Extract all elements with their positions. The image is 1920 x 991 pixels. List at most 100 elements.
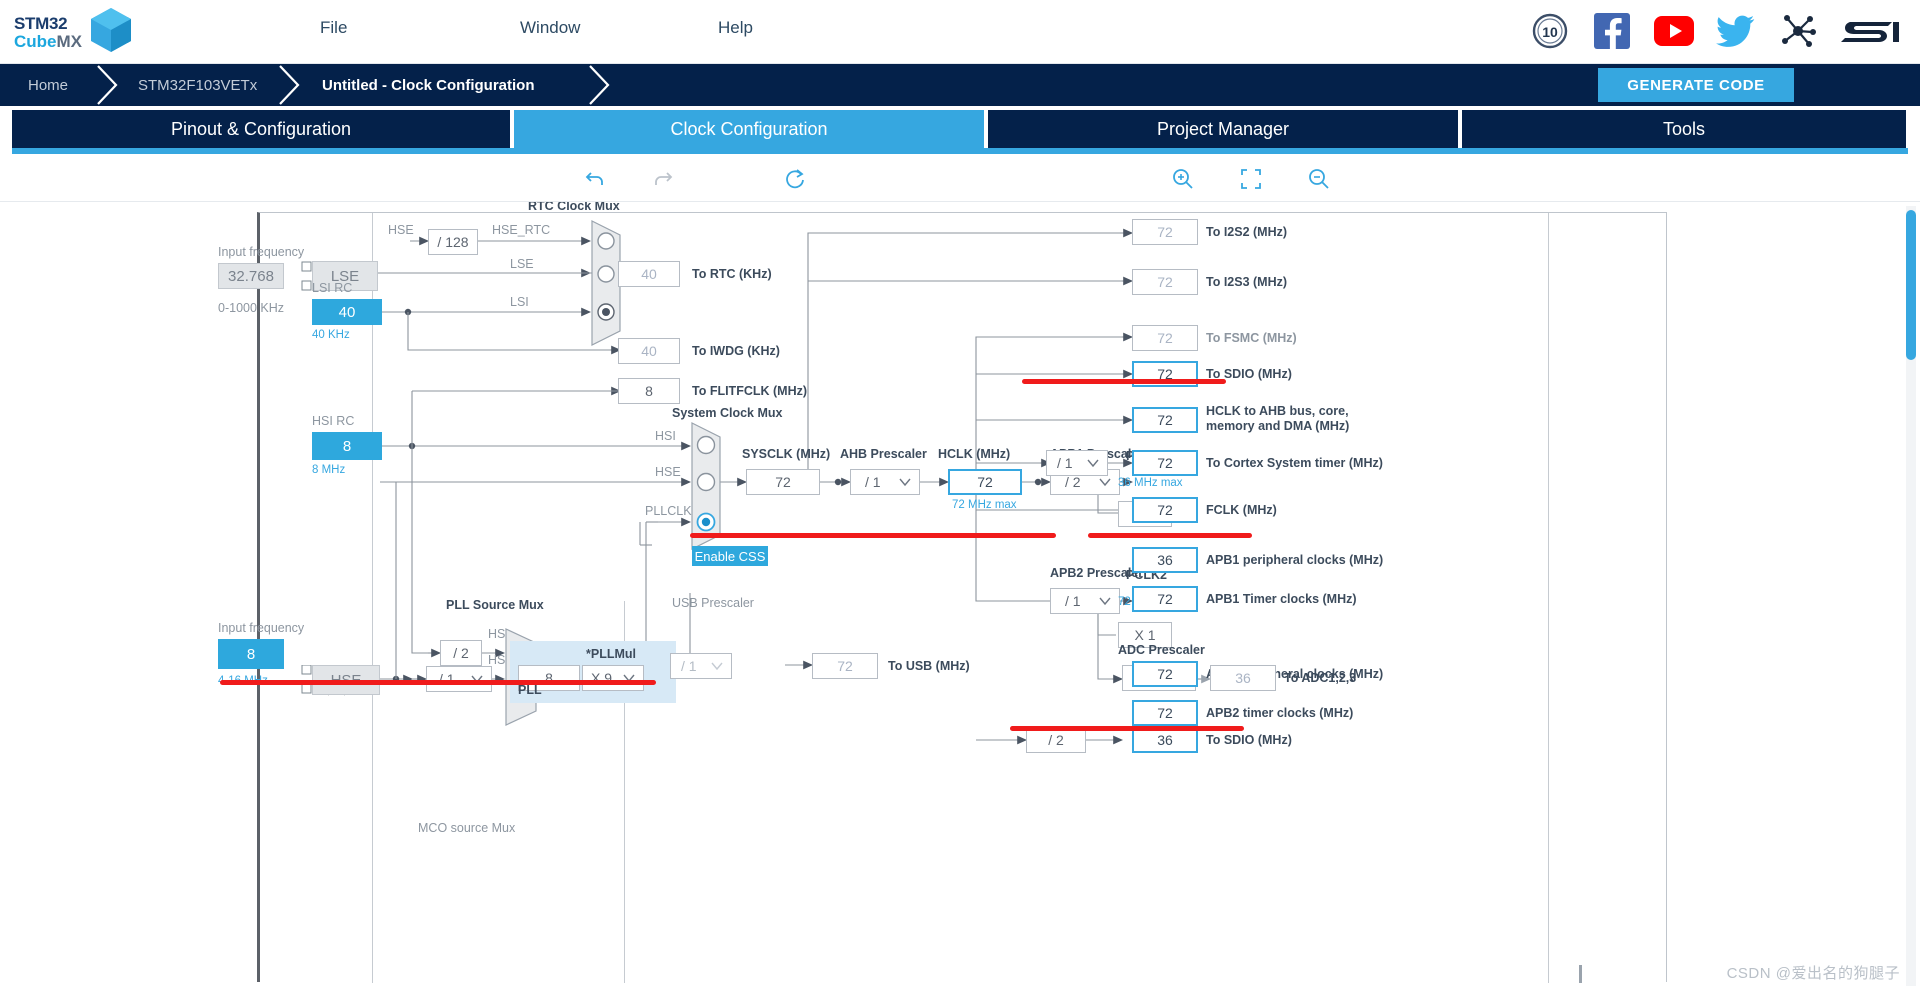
to-adc-value[interactable]: 36 xyxy=(1210,665,1276,691)
chevron-down-icon xyxy=(711,662,723,671)
fclk-value[interactable]: 72 xyxy=(1132,497,1198,523)
hsi-rc-unit: 8 MHz xyxy=(312,464,346,476)
lse-wire-label: LSE xyxy=(510,257,534,271)
watermark-text: CSDN @爱出名的狗腿子 xyxy=(1726,965,1900,982)
zoom-out-icon[interactable] xyxy=(1304,164,1334,194)
lse-input-frequency-label: Input frequency xyxy=(218,245,305,259)
tab-clock-configuration[interactable]: Clock Configuration xyxy=(514,110,986,148)
chevron-down-icon xyxy=(1087,459,1099,468)
facebook-icon[interactable] xyxy=(1592,11,1632,51)
breadcrumb-home[interactable]: Home xyxy=(6,64,94,106)
red-underline-sdio2 xyxy=(1010,726,1244,731)
svg-text:10: 10 xyxy=(1542,24,1558,40)
apb1-periph-value[interactable]: 36 xyxy=(1132,547,1198,573)
fclk-label: FCLK (MHz) xyxy=(1206,503,1277,517)
watermark-divider xyxy=(1579,965,1582,983)
menu-file[interactable]: File xyxy=(320,18,347,38)
red-underline-apb1 xyxy=(1088,533,1252,538)
apb1-timer-value[interactable]: 72 xyxy=(1132,586,1198,612)
pll-hsi-divider[interactable]: / 2 xyxy=(440,640,482,666)
breadcrumb-chevron-3 xyxy=(589,65,610,105)
to-i2s3-value[interactable]: 72 xyxy=(1132,269,1198,295)
enable-css-button[interactable]: Enable CSS xyxy=(692,546,768,566)
undo-icon[interactable] xyxy=(580,164,610,194)
generate-code-button[interactable]: GENERATE CODE xyxy=(1598,68,1794,102)
hse-rtc-divider[interactable]: / 128 xyxy=(428,229,478,255)
rtc-clock-mux-title: RTC Clock Mux xyxy=(528,202,620,213)
redo-icon[interactable] xyxy=(648,164,678,194)
to-iwdg-value[interactable]: 40 xyxy=(618,338,680,364)
adc-prescaler-label: ADC Prescaler xyxy=(1118,643,1205,657)
hclk-ahb-value[interactable]: 72 xyxy=(1132,407,1198,433)
apb1-max-label: 36 MHz max xyxy=(1118,477,1183,489)
hsi-wire-label: HSI xyxy=(655,429,676,443)
ahb-prescaler-select[interactable]: / 1 xyxy=(850,469,920,495)
lsi-wire-label: LSI xyxy=(510,295,529,309)
hclk-value[interactable]: 72 xyxy=(948,469,1022,495)
chevron-down-icon xyxy=(1099,478,1111,487)
hse-input-frequency-field[interactable]: 8 xyxy=(218,639,284,669)
hsi-rc-value[interactable]: 8 xyxy=(312,432,382,460)
sysclk-value[interactable]: 72 xyxy=(746,469,820,495)
hse-wire-label: HSE xyxy=(388,223,414,237)
hse-rtc-wire-label: HSE_RTC xyxy=(492,223,551,237)
to-usb-value[interactable]: 72 xyxy=(812,653,878,679)
breadcrumb-device[interactable]: STM32F103VETx xyxy=(116,64,283,106)
guide-line-1 xyxy=(372,213,373,983)
canvas-scrollbar-thumb[interactable] xyxy=(1906,210,1916,360)
st-community-icon[interactable] xyxy=(1778,11,1818,51)
menu-help[interactable]: Help xyxy=(718,18,753,38)
mco-source-mux-title: MCO source Mux xyxy=(418,821,516,835)
to-i2s2-value[interactable]: 72 xyxy=(1132,219,1198,245)
menu-window[interactable]: Window xyxy=(520,18,580,38)
fit-to-screen-icon[interactable] xyxy=(1236,164,1266,194)
zoom-in-icon[interactable] xyxy=(1168,164,1198,194)
tab-pinout-configuration[interactable]: Pinout & Configuration xyxy=(12,110,512,148)
to-cortex-value[interactable]: 72 xyxy=(1132,450,1198,476)
hclk-ahb-label: HCLK to AHB bus, core, xyxy=(1206,404,1349,418)
breadcrumb: Home STM32F103VETx Untitled - Clock Conf… xyxy=(0,64,1920,106)
pll-hse-divider-select[interactable]: / 1 xyxy=(426,666,492,692)
pllclk-wire-label: PLLCLK xyxy=(645,504,692,518)
to-i2s2-label: To I2S2 (MHz) xyxy=(1206,225,1288,239)
youtube-icon[interactable] xyxy=(1654,11,1694,51)
lsi-rc-value[interactable]: 40 xyxy=(312,299,382,325)
usb-prescaler-label: USB Prescaler xyxy=(672,596,754,610)
usb-prescaler-value: / 1 xyxy=(681,658,697,674)
tab-project-manager[interactable]: Project Manager xyxy=(988,110,1460,148)
clock-tree: Input frequency 32.768 0-1000 KHz LSE HS… xyxy=(218,202,1667,983)
pllmul-label: *PLLMul xyxy=(586,647,636,661)
pllmul-select[interactable]: X 9 xyxy=(582,665,644,691)
usb-prescaler-select[interactable]: / 1 xyxy=(670,653,732,679)
lse-input-frequency-field[interactable]: 32.768 xyxy=(218,263,284,289)
cortex-timer-select[interactable]: / 1 xyxy=(1046,450,1108,476)
refresh-icon[interactable] xyxy=(780,164,810,194)
apb2-timer-value[interactable]: 72 xyxy=(1132,700,1198,726)
clock-diagram-canvas[interactable]: Input frequency 32.768 0-1000 KHz LSE HS… xyxy=(0,202,1920,991)
apb2-prescaler-value: / 1 xyxy=(1065,593,1081,609)
tab-underline xyxy=(12,148,1908,154)
cortex-timer-value: / 1 xyxy=(1057,455,1073,471)
apb2-prescaler-select[interactable]: / 1 xyxy=(1050,588,1120,614)
apb2-periph-value[interactable]: 72 xyxy=(1132,661,1198,687)
to-rtc-label: To RTC (KHz) xyxy=(692,267,772,281)
ahb-prescaler-label: AHB Prescaler xyxy=(840,447,927,461)
logo-text-stm32: STM32 xyxy=(14,14,68,33)
to-sdio-div2-label: To SDIO (MHz) xyxy=(1206,733,1292,747)
to-i2s3-label: To I2S3 (MHz) xyxy=(1206,275,1288,289)
clock-toolbar: Resolve Clock Issues xyxy=(0,156,1920,354)
apb1-periph-label: APB1 peripheral clocks (MHz) xyxy=(1206,553,1384,567)
red-underline-sdio xyxy=(1022,379,1226,384)
to-rtc-value[interactable]: 40 xyxy=(618,261,680,287)
system-clock-mux-title: System Clock Mux xyxy=(672,406,783,420)
st-logo-icon[interactable] xyxy=(1840,11,1902,51)
ten-years-badge-icon[interactable]: 10 xyxy=(1530,11,1570,51)
to-flitfclk-value[interactable]: 8 xyxy=(618,378,680,404)
canvas-scrollbar[interactable] xyxy=(1906,206,1916,986)
to-fsmc-value[interactable]: 72 xyxy=(1132,325,1198,351)
tab-tools[interactable]: Tools xyxy=(1462,110,1908,148)
twitter-icon[interactable] xyxy=(1716,11,1756,51)
lse-range-label: 0-1000 KHz xyxy=(218,301,285,315)
system-clock-mux[interactable] xyxy=(690,421,732,551)
breadcrumb-current: Untitled - Clock Configuration xyxy=(322,76,535,94)
